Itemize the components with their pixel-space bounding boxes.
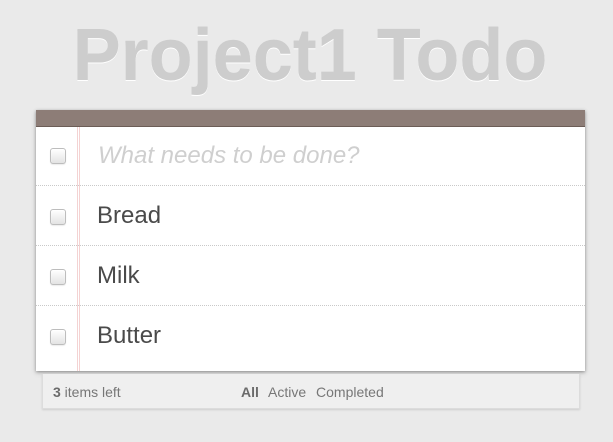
todo-label[interactable]: Bread (97, 201, 161, 231)
todo-item: Butter (36, 307, 585, 365)
toggle-all-checkbox[interactable] (50, 148, 66, 164)
card-top-bar (36, 110, 585, 127)
items-left-count: 3 items left (53, 384, 121, 400)
todo-footer: 3 items left All Active Completed (42, 374, 580, 409)
todo-card: Bread Milk Butter (36, 110, 585, 371)
todo-toggle-checkbox[interactable] (50, 329, 66, 345)
items-left-suffix: items left (60, 384, 121, 400)
todo-app-page: Project1 Todo Bread Milk Butter 3 items … (0, 0, 613, 442)
page-title: Project1 Todo (72, 16, 548, 96)
todo-toggle-checkbox[interactable] (50, 209, 66, 225)
todo-label[interactable]: Butter (97, 321, 161, 351)
todo-toggle-checkbox[interactable] (50, 269, 66, 285)
filter-all-link[interactable]: All (241, 384, 259, 400)
items-left-number: 3 (53, 384, 61, 400)
filter-active-link[interactable]: Active (268, 384, 306, 400)
todo-item: Bread (36, 187, 585, 246)
new-todo-input[interactable] (98, 139, 568, 173)
filter-completed-link[interactable]: Completed (316, 384, 384, 400)
filter-links: All Active Completed (241, 384, 390, 400)
todo-item: Milk (36, 247, 585, 306)
todo-label[interactable]: Milk (97, 261, 140, 291)
new-todo-row (36, 127, 585, 186)
